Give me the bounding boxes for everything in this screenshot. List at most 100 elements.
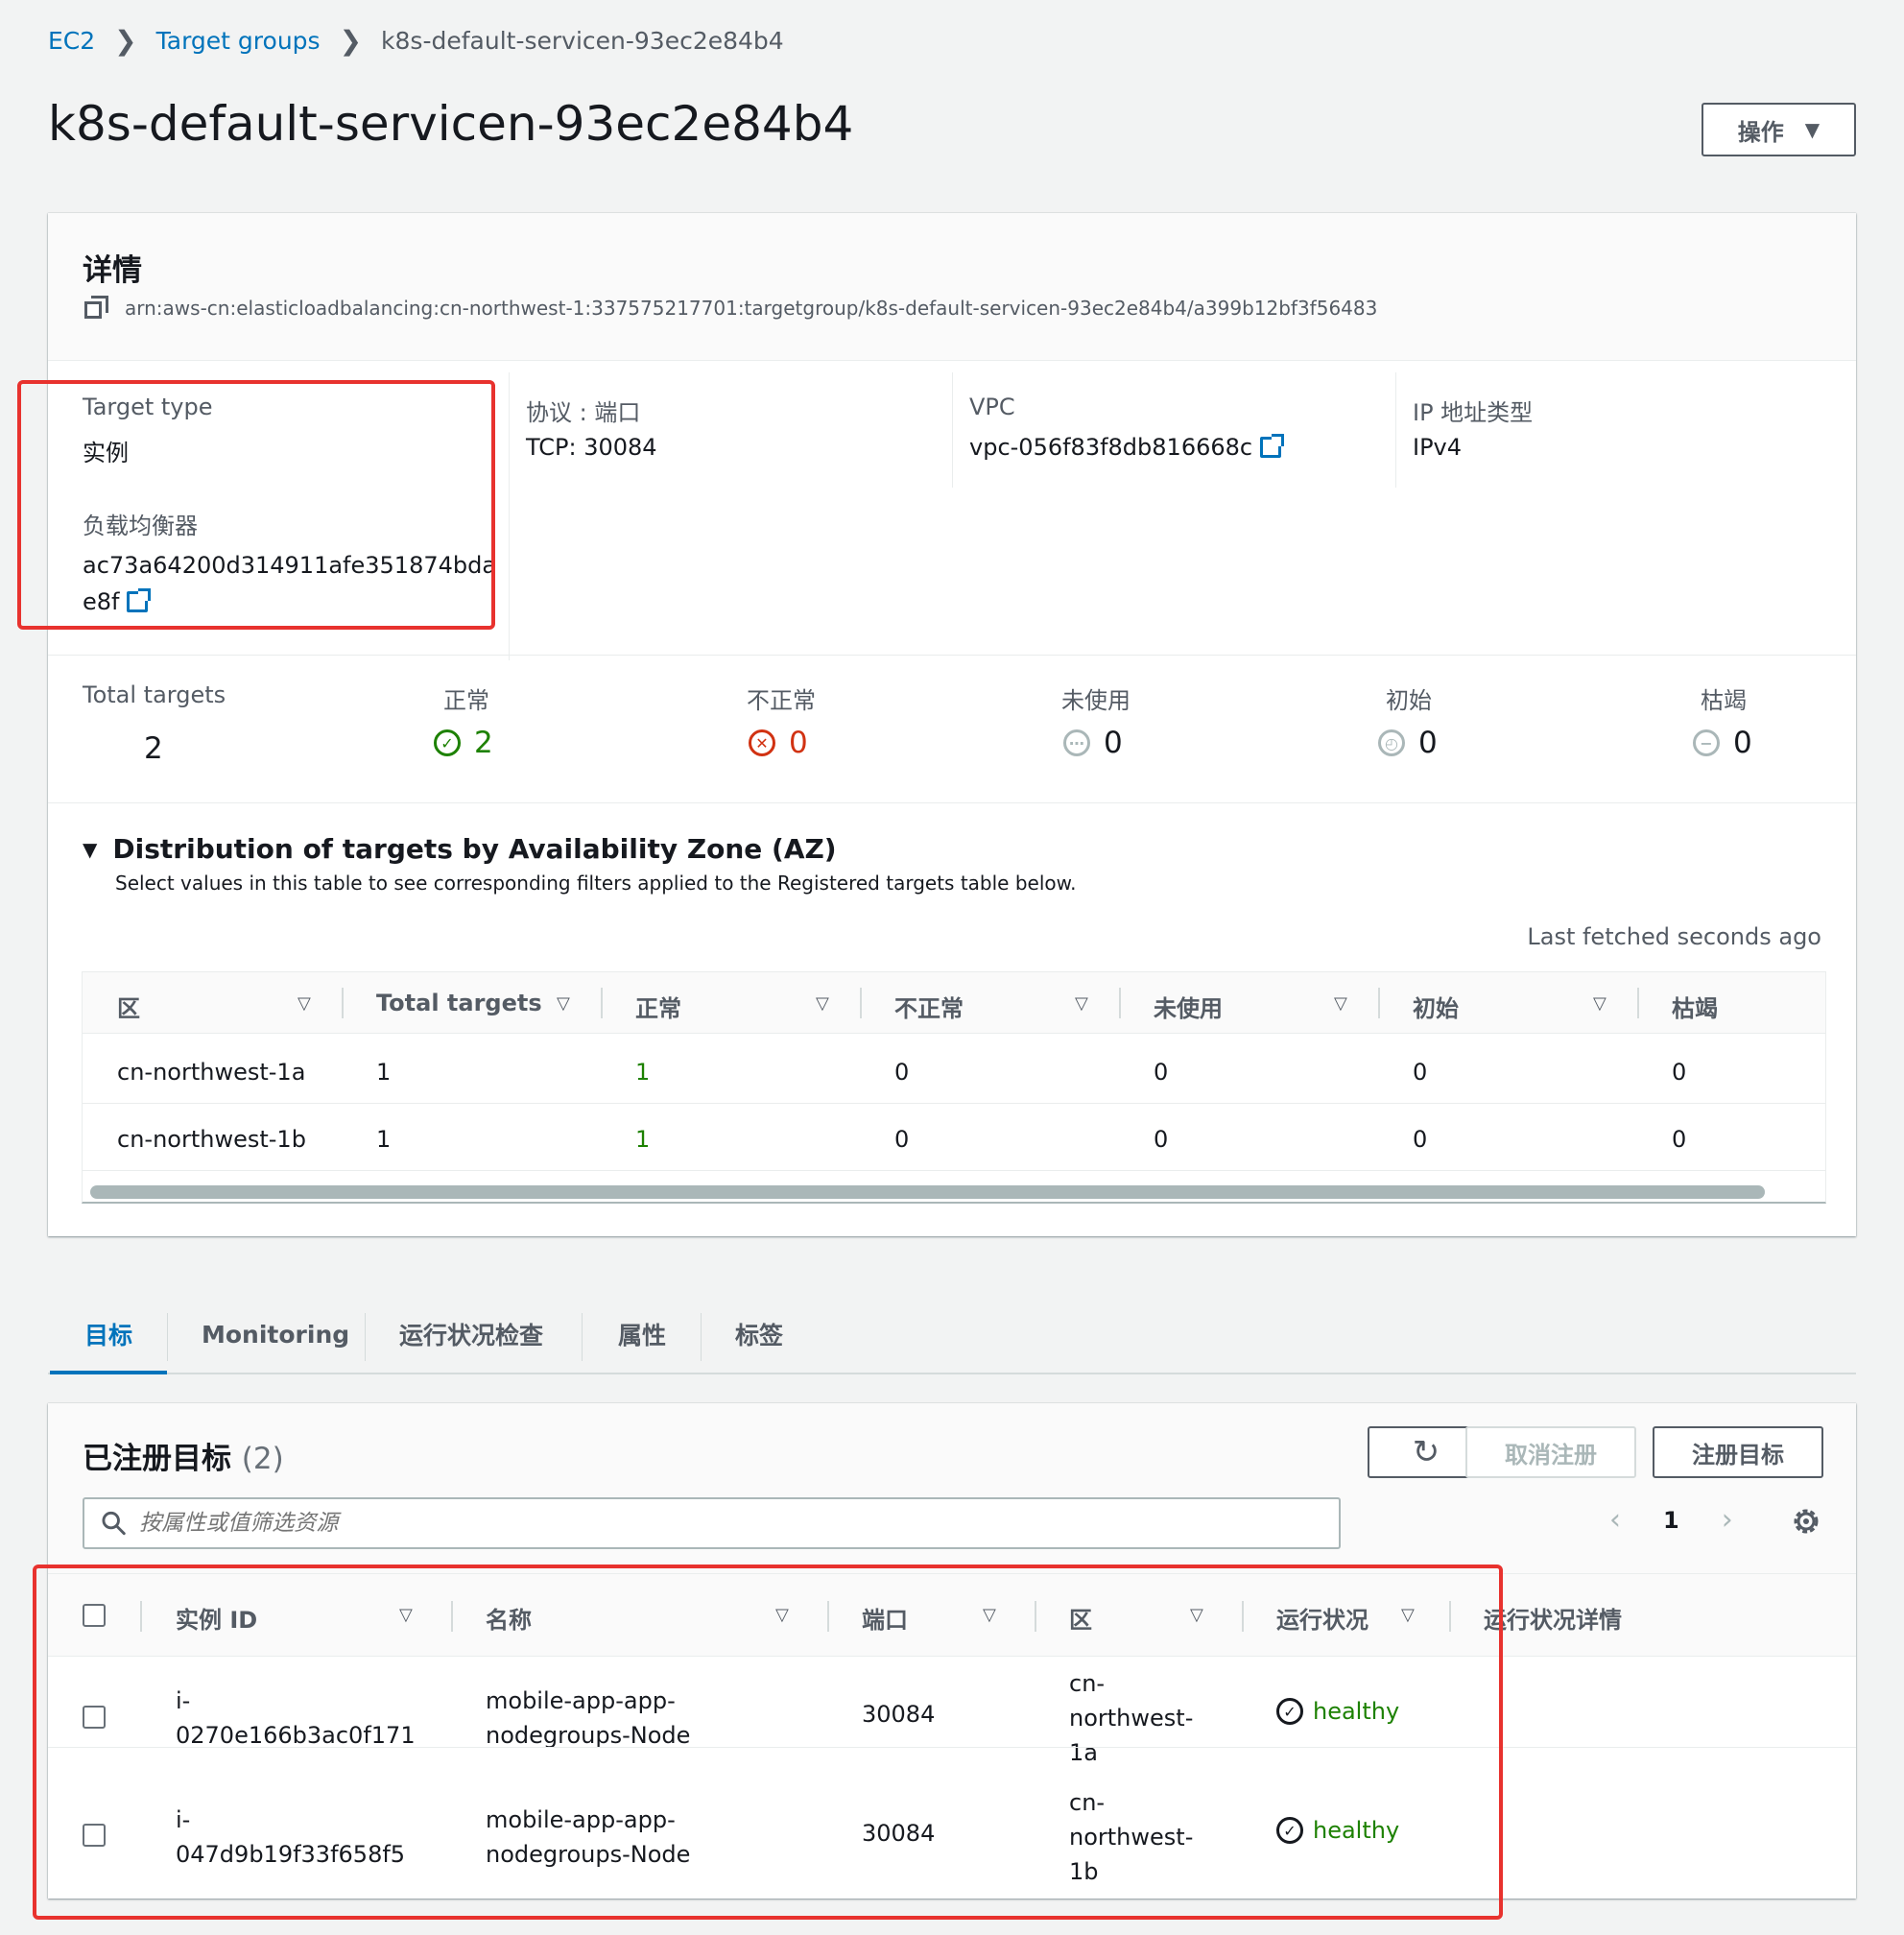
tab-separator [701, 1313, 702, 1361]
az-cell[interactable]: 0 [894, 1059, 909, 1086]
tab-separator [365, 1313, 366, 1361]
divider [48, 802, 1856, 803]
sort-icon[interactable]: ▽ [1334, 993, 1347, 1014]
arn-row: arn:aws-cn:elasticloadbalancing:cn-north… [84, 296, 1377, 321]
sort-icon[interactable]: ▽ [1075, 993, 1088, 1014]
az-cell[interactable]: 0 [1672, 1126, 1686, 1153]
vpc-label: VPC [969, 394, 1015, 420]
column-separator [1119, 988, 1121, 1018]
col-health-details[interactable]: 运行状况详情 [1484, 1601, 1622, 1635]
column-separator [601, 988, 603, 1018]
az-col-total[interactable]: Total targets [376, 990, 542, 1016]
stat-unhealthy-label: 不正常 [747, 687, 816, 714]
az-cell[interactable]: 0 [1154, 1059, 1168, 1086]
stat-unused: ⋯ 0 [1063, 726, 1123, 760]
sort-icon[interactable]: ▽ [816, 993, 829, 1014]
stat-initial-value: 0 [1418, 726, 1438, 760]
details-title: 详情 [83, 253, 142, 288]
chevron-left-icon[interactable]: ‹ [1609, 1503, 1621, 1537]
az-col-unused[interactable]: 未使用 [1154, 990, 1223, 1023]
registered-targets-header: 已注册目标 (2) ↻ 取消注册 注册目标 ‹ 1 › [48, 1403, 1856, 1574]
stat-unused-label: 未使用 [1061, 687, 1130, 714]
stat-initial: ◴ 0 [1378, 726, 1438, 760]
sort-icon[interactable]: ▽ [1593, 993, 1606, 1014]
column-separator [1637, 988, 1639, 1018]
vpc-value: vpc-056f83f8db816668c [969, 434, 1253, 461]
az-cell[interactable]: 0 [894, 1126, 909, 1153]
az-cell[interactable]: 1 [635, 1126, 650, 1153]
clock-icon: ◴ [1378, 729, 1405, 756]
row-divider [83, 1103, 1825, 1104]
check-circle-icon: ✓ [434, 729, 461, 756]
deregister-button[interactable]: 取消注册 [1465, 1426, 1636, 1478]
distribution-title: Distribution of targets by Availability … [112, 833, 837, 865]
az-col-draining[interactable]: 枯竭 [1672, 990, 1718, 1023]
az-col-unhealthy[interactable]: 不正常 [894, 990, 964, 1023]
tab-attributes[interactable]: 属性 [618, 1294, 666, 1374]
caret-down-icon: ▼ [83, 837, 98, 861]
column-separator [1378, 988, 1380, 1018]
column-separator [860, 988, 862, 1018]
actions-dropdown-button[interactable]: 操作 ▼ [1702, 103, 1856, 156]
x-circle-icon: ✕ [749, 729, 775, 756]
stat-healthy: ✓ 2 [434, 726, 493, 760]
tab-tags[interactable]: 标签 [735, 1294, 783, 1374]
horizontal-scrollbar[interactable] [90, 1185, 1765, 1199]
distribution-subtitle: Select values in this table to see corre… [115, 872, 1077, 895]
search-icon [102, 1511, 126, 1536]
stat-healthy-label: 正常 [443, 687, 489, 714]
az-col-healthy[interactable]: 正常 [635, 990, 681, 1023]
tabs-bar: 目标 Monitoring 运行状况检查 属性 标签 [48, 1294, 1856, 1374]
highlight-box [17, 380, 495, 630]
page-number[interactable]: 1 [1663, 1507, 1679, 1534]
filter-search[interactable] [83, 1497, 1341, 1549]
page-title: k8s-default-servicen-93ec2e84b4 [48, 96, 854, 152]
az-col-zone[interactable]: 区 [117, 990, 140, 1023]
breadcrumb-target-groups[interactable]: Target groups [156, 27, 321, 55]
chevron-right-icon[interactable]: › [1722, 1503, 1733, 1537]
az-cell[interactable]: 0 [1672, 1059, 1686, 1086]
tab-separator [167, 1313, 168, 1361]
actions-label: 操作 [1737, 118, 1784, 146]
stat-healthy-value: 2 [474, 726, 493, 760]
register-targets-button[interactable]: 注册目标 [1653, 1426, 1823, 1478]
tab-monitoring[interactable]: Monitoring [202, 1294, 349, 1374]
divider [48, 655, 1856, 656]
sort-icon[interactable]: ▽ [298, 993, 311, 1014]
protocol-port-value: TCP: 30084 [526, 434, 657, 461]
az-cell[interactable]: 1 [376, 1059, 391, 1086]
az-cell[interactable]: 0 [1413, 1126, 1427, 1153]
vpc-link[interactable]: vpc-056f83f8db816668c [969, 434, 1285, 461]
sort-icon[interactable]: ▽ [557, 993, 570, 1014]
az-col-initial[interactable]: 初始 [1413, 990, 1459, 1023]
column-separator [342, 988, 344, 1018]
distribution-toggle[interactable]: ▼ Distribution of targets by Availabilit… [83, 833, 837, 865]
chevron-right-icon: ❯ [114, 25, 137, 57]
tab-health-checks[interactable]: 运行状况检查 [399, 1294, 543, 1374]
registered-targets-title: 已注册目标 (2) [83, 1434, 284, 1477]
details-header: 详情 arn:aws-cn:elasticloadbalancing:cn-no… [48, 213, 1856, 361]
ip-address-type-label: IP 地址类型 [1413, 399, 1534, 426]
az-distribution-table: 区 ▽ Total targets ▽ 正常 ▽ 不正常 ▽ 未使用 ▽ 初始 … [82, 971, 1826, 1204]
az-cell[interactable]: 1 [376, 1126, 391, 1153]
az-cell[interactable]: 0 [1413, 1059, 1427, 1086]
gear-icon[interactable] [1790, 1505, 1822, 1538]
highlight-box [33, 1565, 1503, 1920]
ip-address-type-value: IPv4 [1413, 434, 1463, 461]
breadcrumb-current: k8s-default-servicen-93ec2e84b4 [381, 27, 784, 55]
az-row-zone-link[interactable]: cn-northwest-1b [117, 1126, 306, 1153]
ellipsis-circle-icon: ⋯ [1063, 729, 1090, 756]
column-divider [952, 372, 953, 488]
tab-targets[interactable]: 目标 [84, 1294, 132, 1374]
az-row-zone-link[interactable]: cn-northwest-1a [117, 1059, 305, 1086]
stat-unused-value: 0 [1104, 726, 1123, 760]
search-input[interactable] [139, 1511, 1339, 1536]
arn-value: arn:aws-cn:elasticloadbalancing:cn-north… [125, 297, 1378, 320]
tab-separator [582, 1313, 583, 1361]
copy-icon[interactable] [84, 296, 109, 321]
az-cell[interactable]: 0 [1154, 1126, 1168, 1153]
stat-total-value: 2 [144, 731, 163, 766]
az-cell[interactable]: 1 [635, 1059, 650, 1086]
active-tab-indicator [50, 1371, 167, 1374]
breadcrumb-ec2[interactable]: EC2 [48, 27, 95, 55]
